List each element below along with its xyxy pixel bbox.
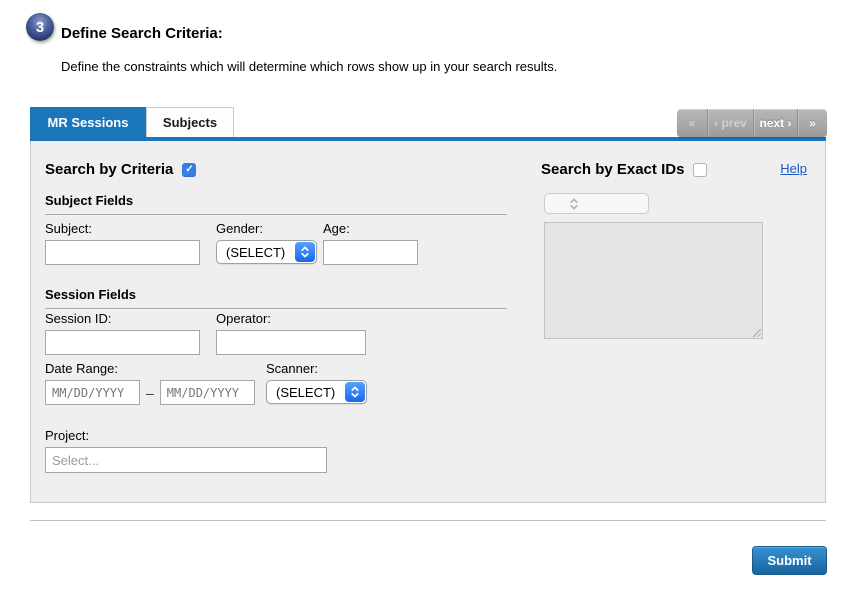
pager-next-button[interactable]: next › (753, 109, 797, 137)
age-label: Age: (323, 221, 418, 236)
operator-input[interactable] (216, 330, 366, 355)
page-subtitle: Define the constraints which will determ… (61, 59, 557, 74)
step-number-badge: 3 (26, 13, 54, 41)
submit-button[interactable]: Submit (752, 546, 827, 575)
search-by-criteria-heading: Search by Criteria (45, 161, 173, 178)
scanner-select-value: (SELECT) (267, 381, 344, 403)
scanner-select[interactable]: (SELECT) (266, 380, 367, 404)
scanner-label: Scanner: (266, 361, 367, 376)
chevron-up-down-icon (564, 195, 584, 212)
tab-mr-sessions[interactable]: MR Sessions (30, 107, 146, 137)
page-title: Define Search Criteria: (61, 25, 223, 42)
search-by-criteria-checkbox[interactable]: ✓ (182, 163, 196, 177)
project-input[interactable] (45, 447, 327, 473)
pager-prev-button: ‹ prev (707, 109, 753, 137)
exact-ids-select-value (545, 194, 563, 213)
age-input[interactable] (323, 240, 418, 265)
operator-label: Operator: (216, 311, 366, 326)
resize-grip-icon (751, 327, 761, 337)
project-label: Project: (45, 428, 327, 443)
pager-first-button: « (677, 109, 707, 137)
gender-select-value: (SELECT) (217, 241, 294, 263)
gender-select[interactable]: (SELECT) (216, 240, 317, 264)
chevron-up-down-icon (295, 242, 315, 262)
session-fields-heading: Session Fields (45, 287, 507, 309)
exact-ids-select (544, 193, 649, 214)
subject-fields-heading: Subject Fields (45, 193, 507, 215)
subject-label: Subject: (45, 221, 200, 236)
gender-label: Gender: (216, 221, 317, 236)
chevron-up-down-icon (345, 382, 365, 402)
date-range-separator: – (146, 385, 154, 401)
search-criteria-panel: Search by Criteria ✓ Search by Exact IDs… (30, 141, 826, 503)
footer-divider (30, 520, 826, 521)
check-icon: ✓ (185, 164, 193, 175)
exact-ids-textarea (544, 222, 763, 339)
help-link[interactable]: Help (780, 161, 807, 176)
pagination-group: « ‹ prev next › » (677, 109, 827, 137)
session-id-label: Session ID: (45, 311, 200, 326)
date-to-input[interactable] (160, 380, 255, 405)
search-by-exact-ids-checkbox[interactable] (693, 163, 707, 177)
session-id-input[interactable] (45, 330, 200, 355)
search-by-exact-ids-heading: Search by Exact IDs (541, 161, 684, 178)
pager-last-button[interactable]: » (797, 109, 827, 137)
tab-subjects[interactable]: Subjects (146, 107, 234, 137)
subject-input[interactable] (45, 240, 200, 265)
date-from-input[interactable] (45, 380, 140, 405)
date-range-label: Date Range: (45, 361, 255, 376)
